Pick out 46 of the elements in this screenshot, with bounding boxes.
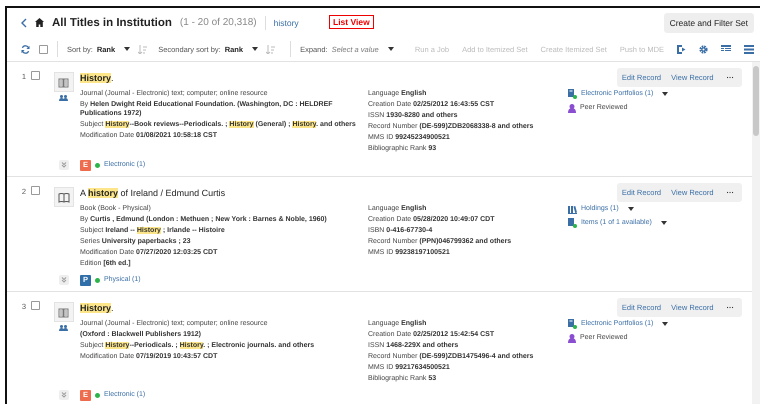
peer-reviewed-icon xyxy=(568,104,576,112)
caret-icon xyxy=(660,221,667,225)
home-icon[interactable] xyxy=(35,18,44,27)
caret-icon xyxy=(628,207,634,211)
record-title[interactable]: History. xyxy=(80,302,560,317)
people-icon xyxy=(59,95,68,101)
status-dot xyxy=(95,162,100,168)
columns-icon[interactable] xyxy=(721,45,731,53)
expand-button[interactable] xyxy=(58,275,68,285)
create-filter-set-button[interactable]: Create and Filter Set xyxy=(664,12,754,32)
record-checkbox[interactable] xyxy=(31,186,40,195)
status-dot xyxy=(95,278,100,282)
record-title[interactable]: A history of Ireland / Edmund Curtis xyxy=(80,187,560,202)
select-all-checkbox[interactable] xyxy=(39,44,48,54)
portfolio-icon xyxy=(568,319,577,329)
caret-icon xyxy=(662,92,668,96)
refresh-icon[interactable] xyxy=(21,44,30,54)
caret-icon xyxy=(662,322,668,326)
record-title[interactable]: History. xyxy=(80,72,560,87)
list-view-icon[interactable] xyxy=(744,44,754,54)
export-icon[interactable] xyxy=(677,44,686,54)
expand-button[interactable] xyxy=(58,390,68,400)
page-title: All Titles in Institution xyxy=(52,16,172,28)
scrollbar[interactable] xyxy=(752,62,760,404)
result-count: (1 - 20 of 20,318) xyxy=(180,17,257,28)
sort-order-icon[interactable] xyxy=(266,44,276,54)
people-icon xyxy=(59,325,68,331)
sort-order-icon[interactable] xyxy=(138,44,148,54)
caret-icon xyxy=(124,47,130,51)
status-dot xyxy=(95,392,100,398)
search-query[interactable]: history xyxy=(274,18,299,28)
journal-icon xyxy=(58,76,69,88)
settings-icon[interactable] xyxy=(699,44,708,54)
view-label: List View xyxy=(329,15,374,29)
caret-icon xyxy=(388,47,394,51)
item-icon xyxy=(568,218,577,228)
journal-icon xyxy=(58,306,69,318)
record-checkbox[interactable] xyxy=(31,301,40,310)
expand-button[interactable] xyxy=(58,160,68,170)
back-icon[interactable] xyxy=(21,18,27,28)
caret-icon xyxy=(252,47,258,51)
portfolio-icon xyxy=(568,89,577,99)
open-book-icon xyxy=(58,192,70,202)
books-icon xyxy=(568,204,577,214)
record-checkbox[interactable] xyxy=(31,71,40,80)
peer-reviewed-icon xyxy=(568,334,576,342)
